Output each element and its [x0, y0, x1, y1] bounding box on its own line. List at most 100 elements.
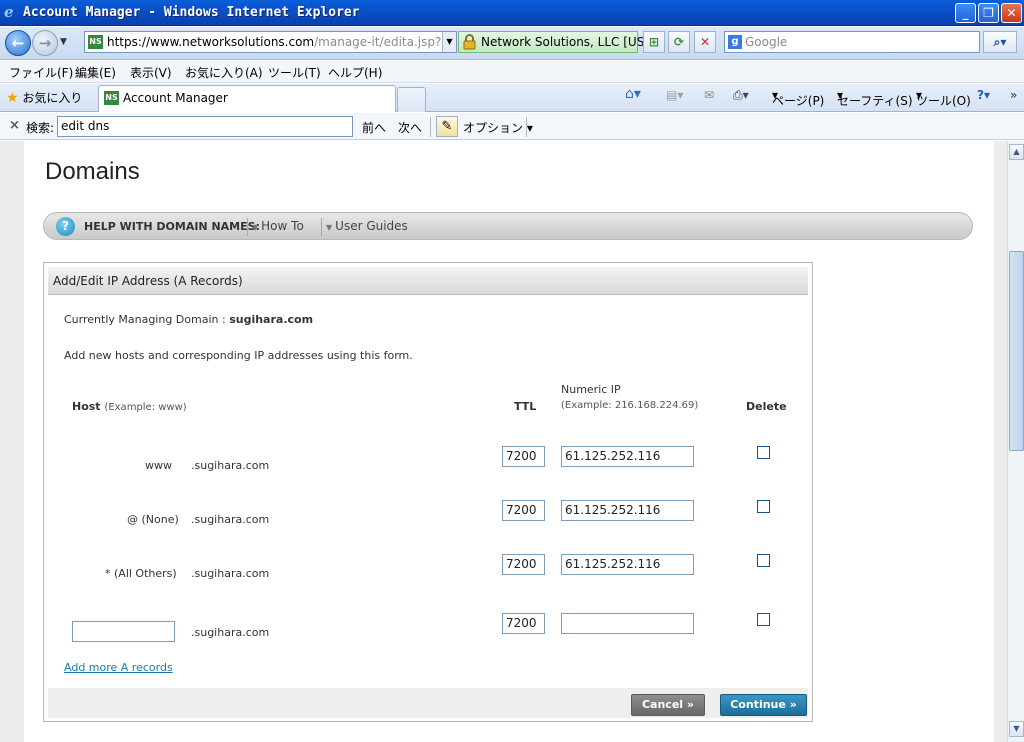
feeds-icon[interactable]: ▤▾ [666, 88, 683, 102]
find-previous-button[interactable]: 前へ [362, 119, 386, 136]
scroll-up-icon[interactable]: ▲ [1009, 144, 1024, 160]
star-icon: ★ [6, 90, 19, 106]
tab-bar: ★ お気に入り NS Account Manager ⌂▾ ▤▾ ✉ ⎙▾ ペー… [0, 84, 1024, 112]
delete-checkbox-new[interactable] [757, 613, 770, 626]
ip-input-new[interactable] [561, 613, 694, 634]
site-favicon-icon: NS [88, 35, 103, 49]
close-find-icon[interactable]: × [9, 118, 20, 133]
domain-suffix: .sugihara.com [191, 567, 270, 580]
compatibility-view-icon[interactable]: ⊞ [643, 31, 665, 53]
ip-input-none[interactable]: 61.125.252.116 [561, 500, 694, 521]
vertical-scrollbar[interactable]: ▲ ▼ [1007, 141, 1024, 742]
scroll-down-icon[interactable]: ▼ [1009, 721, 1024, 737]
address-dropdown-icon[interactable]: ▼ [442, 32, 456, 52]
history-dropdown-icon[interactable]: ▼ [60, 37, 67, 47]
host-header-example: (Example: www) [104, 402, 187, 413]
back-button[interactable]: ← [5, 30, 31, 56]
menu-favorites[interactable]: お気に入り(A) [185, 64, 263, 81]
host-label-www: www [145, 459, 172, 472]
ip-column-header: Numeric IP [561, 383, 621, 396]
cancel-button[interactable]: Cancel » [631, 694, 705, 716]
address-toolbar: ← → ▼ NS https://www.networksolutions.co… [0, 27, 1024, 60]
close-button[interactable]: ✕ [1001, 3, 1022, 23]
home-icon[interactable]: ⌂▾ [625, 86, 641, 102]
divider [430, 117, 431, 137]
menu-view[interactable]: 表示(V) [130, 64, 172, 81]
page-title: Domains [45, 158, 140, 185]
favorites-button[interactable]: ★ お気に入り [6, 89, 82, 106]
mail-icon[interactable]: ✉ [704, 88, 714, 102]
page-content: Domains ? HELP WITH DOMAIN NAMES: ▼ How T… [24, 141, 994, 742]
panel-heading: Add/Edit IP Address (A Records) [53, 274, 243, 288]
menu-edit[interactable]: 編集(E) [75, 64, 116, 81]
tools-menu[interactable]: ツール(O) ▾ [916, 88, 971, 108]
find-input[interactable]: edit dns [57, 116, 353, 137]
managing-label: Currently Managing Domain : [64, 313, 226, 326]
find-bar: × 検索: edit dns 前へ 次へ ✎ オプション ▾ [0, 113, 1024, 140]
delete-checkbox-all-others[interactable] [757, 554, 770, 567]
safety-menu[interactable]: セーフティ(S) ▾ [837, 88, 913, 108]
divider [247, 218, 248, 236]
user-guides-label: User Guides [335, 219, 408, 233]
continue-button[interactable]: Continue » [720, 694, 807, 716]
how-to-label: How To [261, 219, 304, 233]
menu-tools[interactable]: ツール(T) [268, 64, 321, 81]
title-bar: e Account Manager - Windows Internet Exp… [0, 0, 1024, 26]
find-next-button[interactable]: 次へ [398, 119, 422, 136]
chevron-more-icon[interactable]: » [1010, 88, 1017, 102]
user-guides-dropdown[interactable]: ▼ User Guides [326, 219, 408, 233]
highlight-icon[interactable]: ✎ [436, 116, 458, 137]
managing-domain: sugihara.com [229, 313, 314, 326]
ttl-input-all-others[interactable]: 7200 [502, 554, 545, 575]
minimize-button[interactable]: _ [955, 3, 976, 23]
ttl-input-none[interactable]: 7200 [502, 500, 545, 521]
tools-menu-label: ツール(O) [916, 94, 971, 108]
ip-input-www[interactable]: 61.125.252.116 [561, 446, 694, 467]
stop-icon[interactable]: ✕ [694, 31, 716, 53]
tab-label: Account Manager [123, 91, 228, 105]
help-icon[interactable]: ?▾ [977, 88, 990, 102]
search-input[interactable]: g Google [724, 31, 980, 53]
divider [526, 117, 527, 137]
dropdown-arrow-icon: ▼ [326, 223, 333, 232]
menu-file[interactable]: ファイル(F) [9, 64, 73, 81]
intro-text: Add new hosts and corresponding IP addre… [64, 349, 413, 362]
dropdown-arrow-icon: ▼ [252, 223, 259, 232]
page-viewport: Domains ? HELP WITH DOMAIN NAMES: ▼ How T… [0, 141, 1007, 742]
host-label-none: @ (None) [127, 513, 179, 526]
help-label: HELP WITH DOMAIN NAMES: [84, 220, 260, 233]
new-host-input[interactable] [72, 621, 175, 642]
delete-checkbox-www[interactable] [757, 446, 770, 459]
scroll-thumb[interactable] [1009, 251, 1024, 451]
address-bar[interactable]: NS https://www.networksolutions.com/mana… [84, 31, 457, 53]
ip-input-all-others[interactable]: 61.125.252.116 [561, 554, 694, 575]
a-records-panel: Add/Edit IP Address (A Records) Currentl… [43, 262, 813, 722]
host-label-all-others: * (All Others) [105, 567, 177, 580]
domain-suffix: .sugihara.com [191, 626, 270, 639]
maximize-button[interactable]: ❐ [978, 3, 999, 23]
cert-label: Network Solutions, LLC [US] [481, 35, 650, 49]
refresh-icon[interactable]: ⟳ [668, 31, 690, 53]
search-placeholder: Google [745, 35, 788, 49]
safety-menu-label: セーフティ(S) [837, 94, 913, 108]
ttl-input-www[interactable]: 7200 [502, 446, 545, 467]
delete-checkbox-none[interactable] [757, 500, 770, 513]
add-more-records-link[interactable]: Add more A records [64, 661, 173, 674]
page-menu-label: ページ(P) [772, 94, 825, 108]
print-icon[interactable]: ⎙▾ [733, 88, 749, 103]
panel-header: Add/Edit IP Address (A Records) [48, 267, 808, 295]
find-label: 検索: [26, 121, 55, 135]
ttl-input-new[interactable]: 7200 [502, 613, 545, 634]
find-options-button[interactable]: オプション ▾ [463, 119, 533, 136]
page-menu[interactable]: ページ(P) ▾ [772, 88, 824, 108]
new-tab-button[interactable] [397, 87, 426, 112]
menu-help[interactable]: ヘルプ(H) [328, 64, 382, 81]
how-to-dropdown[interactable]: ▼ How To [252, 219, 304, 233]
find-options-label: オプション [463, 121, 524, 135]
forward-button[interactable]: → [32, 30, 58, 56]
ip-column-example: (Example: 216.168.224.69) [561, 400, 699, 411]
security-certificate[interactable]: Network Solutions, LLC [US] [458, 31, 649, 53]
tab-account-manager[interactable]: NS Account Manager [98, 85, 396, 112]
search-button[interactable]: ⌕▾ [983, 31, 1017, 53]
domain-suffix: .sugihara.com [191, 513, 270, 526]
